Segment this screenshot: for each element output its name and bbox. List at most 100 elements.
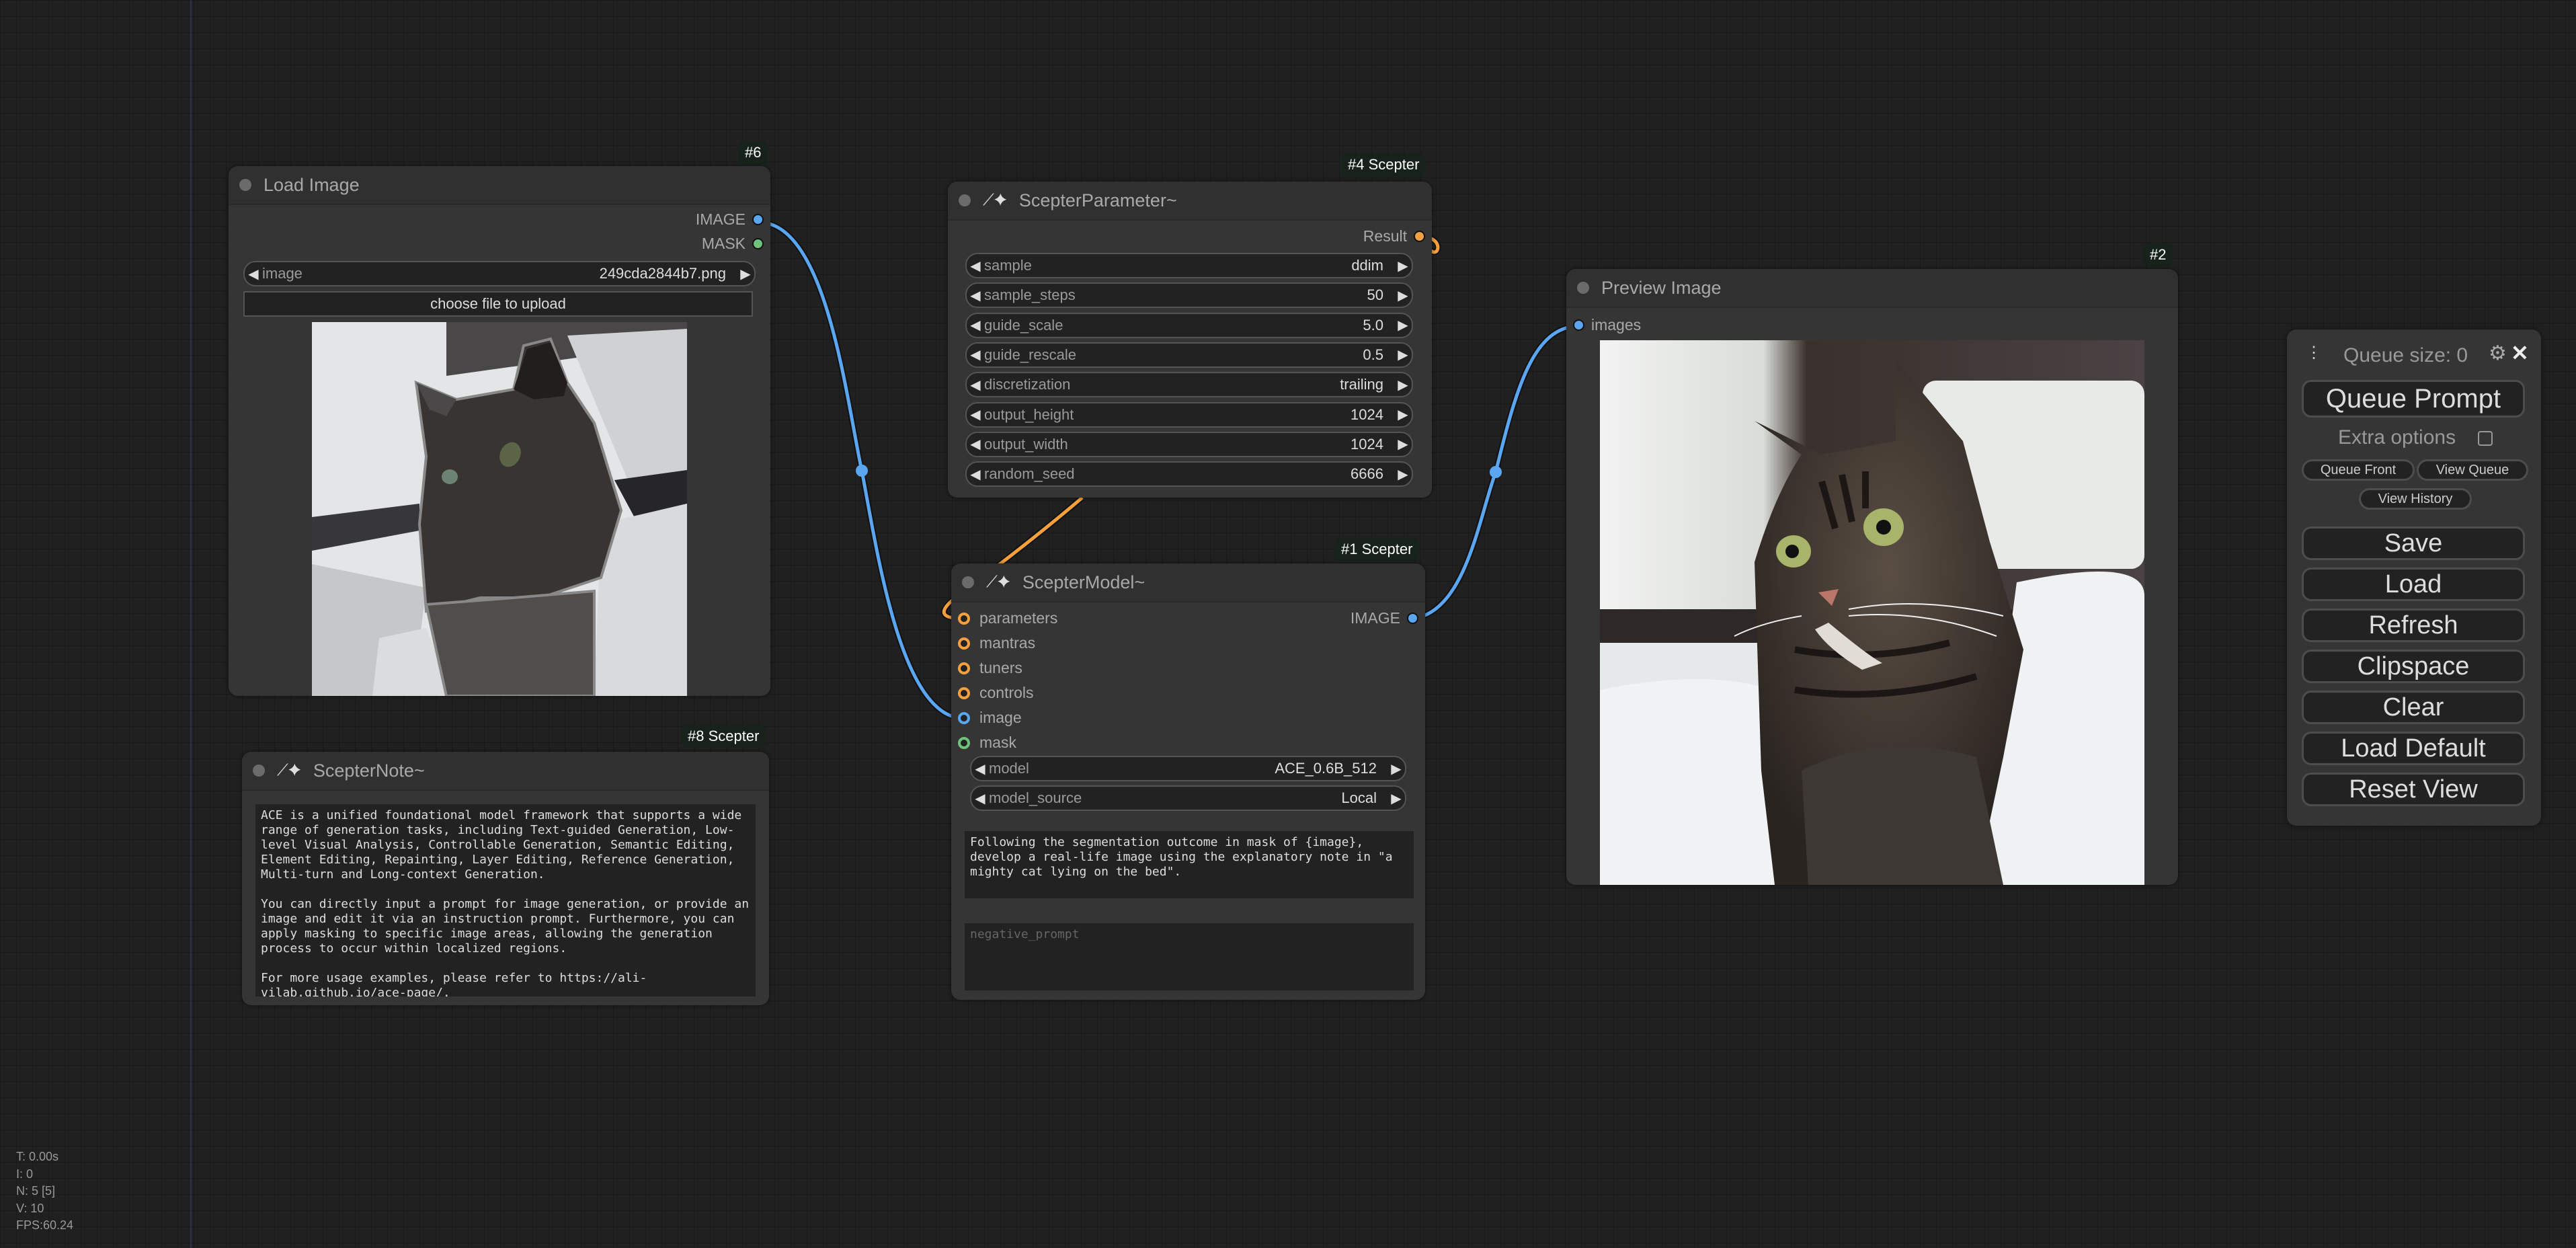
input-slot-tuners[interactable]: tuners [958,659,1022,677]
scepter-parameter-node[interactable]: ⟋✦ ScepterParameter~ Result ◀ sample ddim ▶… [948,182,1432,498]
arrow-right-icon[interactable]: ▶ [1394,377,1412,393]
upload-button[interactable]: choose file to upload [243,291,753,317]
drag-handle-icon[interactable]: ⋮ [2306,343,2322,362]
input-slot-images[interactable]: images [1573,316,1641,334]
image-combo-widget[interactable]: ◀ image 249cda2844b7.png ▶ [243,261,756,286]
port-ring-icon[interactable] [958,662,970,674]
arrow-right-icon[interactable]: ▶ [1387,760,1405,777]
link-image-midpoint[interactable] [856,465,868,477]
close-icon[interactable]: ✕ [2511,340,2529,366]
param-widget-output-width[interactable]: ◀ output_width 1024 ▶ [965,431,1413,457]
arrow-right-icon[interactable]: ▶ [1394,436,1412,453]
arrow-right-icon[interactable]: ▶ [1387,790,1405,807]
node-title-bar[interactable]: ⟋✦ ScepterParameter~ [948,182,1432,221]
scepter-model-node[interactable]: ⟋✦ ScepterModel~ parameters mantras tuners… [951,563,1425,1000]
port-ring-icon[interactable] [958,687,970,699]
widget-label: image [262,265,303,282]
negative-prompt-textarea[interactable]: negative_prompt [965,923,1414,990]
load-default-button[interactable]: Load Default [2302,732,2525,765]
collapse-dot-icon[interactable] [1577,282,1589,294]
settings-gear-icon[interactable]: ⚙ [2489,342,2507,365]
queue-panel: ⋮ Queue size: 0 ⚙ ✕ Queue Prompt Extra o… [2287,329,2541,826]
input-slot-mantras[interactable]: mantras [958,634,1035,652]
input-slot-image[interactable]: image [958,709,1022,727]
generated-image-preview[interactable] [1600,340,2144,885]
collapse-dot-icon[interactable] [962,576,974,588]
output-slot-result[interactable]: Result [1363,227,1425,245]
arrow-left-icon[interactable]: ◀ [967,466,984,483]
node-title-bar[interactable]: ⟋✦ ScepterNote~ [242,752,769,791]
input-slot-mask[interactable]: mask [958,734,1016,752]
port-ring-icon[interactable] [958,612,970,625]
node-title-bar[interactable]: Load Image [229,166,770,205]
arrow-right-icon[interactable]: ▶ [1394,346,1412,363]
arrow-left-icon[interactable]: ◀ [967,317,984,334]
preview-image-node[interactable]: Preview Image images [1566,269,2178,885]
link-output-midpoint[interactable] [1490,466,1502,478]
port-ring-icon[interactable] [958,736,970,749]
port-dot-icon[interactable] [1414,231,1425,242]
widget-label: output_height [984,405,1074,423]
port-dot-icon[interactable] [752,238,764,249]
arrow-left-icon[interactable]: ◀ [967,377,984,393]
arrow-left-icon[interactable]: ◀ [245,266,262,282]
node-title-bar[interactable]: Preview Image [1566,269,2178,308]
mask-preview-image [312,322,687,696]
model-source-combo-widget[interactable]: ◀ model_source Local ▶ [970,785,1406,811]
model-combo-widget[interactable]: ◀ model ACE_0.6B_512 ▶ [970,756,1406,781]
arrow-right-icon[interactable]: ▶ [1394,466,1412,483]
arrow-left-icon[interactable]: ◀ [967,436,984,453]
prompt-textarea[interactable]: Following the segmentation outcome in ma… [965,831,1414,898]
param-widget-guide-scale[interactable]: ◀ guide_scale 5.0 ▶ [965,312,1413,338]
param-widget-random-seed[interactable]: ◀ random_seed 6666 ▶ [965,461,1413,488]
param-widget-output-height[interactable]: ◀ output_height 1024 ▶ [965,401,1413,428]
param-widget-sample[interactable]: ◀ sample ddim ▶ [965,253,1413,278]
arrow-left-icon[interactable]: ◀ [967,258,984,274]
port-dot-icon[interactable] [1407,613,1418,624]
input-slot-controls[interactable]: controls [958,684,1034,702]
port-ring-icon[interactable] [958,637,970,650]
arrow-left-icon[interactable]: ◀ [971,790,989,807]
load-image-node[interactable]: Load Image IMAGE MASK ◀ image 249cda2844… [229,166,770,696]
queue-front-button[interactable]: Queue Front [2302,459,2415,481]
queue-prompt-button[interactable]: Queue Prompt [2302,380,2525,418]
arrow-left-icon[interactable]: ◀ [967,406,984,423]
collapse-dot-icon[interactable] [253,765,265,777]
arrow-right-icon[interactable]: ▶ [1394,287,1412,304]
clear-button[interactable]: Clear [2302,691,2525,724]
arrow-right-icon[interactable]: ▶ [737,266,754,282]
node-title-bar[interactable]: ⟋✦ ScepterModel~ [951,563,1425,602]
param-widget-discretization[interactable]: ◀ discretization trailing ▶ [965,372,1413,398]
arrow-left-icon[interactable]: ◀ [967,346,984,363]
link-output[interactable] [1412,324,1580,621]
arrow-right-icon[interactable]: ▶ [1394,258,1412,274]
output-slot-image[interactable]: IMAGE [696,210,764,229]
port-ring-icon[interactable] [958,711,970,724]
arrow-left-icon[interactable]: ◀ [967,287,984,304]
slot-label: images [1591,316,1642,334]
save-button[interactable]: Save [2302,526,2525,560]
load-button[interactable]: Load [2302,568,2525,601]
view-queue-button[interactable]: View Queue [2417,459,2528,481]
note-textarea[interactable]: ACE is a unified foundational model fram… [255,804,756,997]
port-dot-icon[interactable] [1573,319,1584,331]
reset-view-button[interactable]: Reset View [2302,773,2525,806]
arrow-right-icon[interactable]: ▶ [1394,406,1412,423]
view-history-button[interactable]: View History [2359,488,2472,510]
node-title: Load Image [264,174,360,195]
clipspace-button[interactable]: Clipspace [2302,650,2525,683]
output-slot-mask[interactable]: MASK [702,235,764,253]
link-image[interactable] [759,221,964,720]
arrow-left-icon[interactable]: ◀ [971,760,989,777]
input-slot-parameters[interactable]: parameters [958,609,1057,627]
arrow-right-icon[interactable]: ▶ [1394,317,1412,334]
extra-options-checkbox[interactable] [2478,431,2493,446]
scepter-note-node[interactable]: ⟋✦ ScepterNote~ ACE is a unified foundat… [242,752,769,1005]
collapse-dot-icon[interactable] [239,179,251,191]
param-widget-sample-steps[interactable]: ◀ sample_steps 50 ▶ [965,282,1413,309]
refresh-button[interactable]: Refresh [2302,609,2525,642]
collapse-dot-icon[interactable] [959,194,971,206]
port-dot-icon[interactable] [752,214,764,225]
param-widget-guide-rescale[interactable]: ◀ guide_rescale 0.5 ▶ [965,342,1413,368]
output-slot-image[interactable]: IMAGE [1351,609,1418,627]
